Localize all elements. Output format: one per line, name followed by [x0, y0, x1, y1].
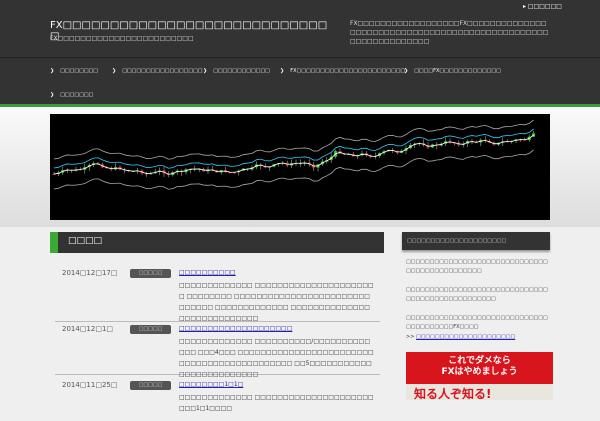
sidebar-paragraph: □□□□□□□□□□□□□□□□□□□□□□□□□□□□□□□□□□□□□□□□…	[406, 315, 548, 330]
post-excerpt: □□□□□□□□□□□□□ □□□□□□□□□□□□□□□□□□□□□□□□1□…	[179, 394, 374, 412]
post-date: 2014□11□25□	[62, 381, 118, 389]
ad-line: これでダメなら	[448, 356, 511, 366]
nav-label: □□□□FX□□□□□□□□□□□□□	[414, 68, 501, 74]
sidebar-link-row: >> □□□□□□□□□□□□□□□□□□□□□	[406, 334, 551, 340]
sidebar-paragraph: □□□□□□□□□□□□□□□□□□□□□□□□□□□□□□□□□□□□□□□□…	[406, 259, 548, 274]
nav-label: □□□□□□□□□□□□	[213, 68, 270, 74]
nav-item[interactable]: ❯ □□□□□□□□□□□□	[203, 68, 270, 74]
post-item: 2014□11□25□ □□□□□ □□□□□□□□1□1□ □□□□□□□□□…	[55, 381, 380, 421]
section-heading: □□□□	[50, 232, 384, 253]
sidebar-paragraph: □□□□□□□□□□□□□□□□□□□□□□□□□□□□□□□□□□□□□□□□…	[406, 287, 548, 302]
nav-item[interactable]: ❯ □□□□□□□□□□□□□□□□□	[112, 68, 203, 74]
nav-label: □□□□□□□□	[60, 68, 98, 74]
category-badge[interactable]: □□□□□	[130, 325, 171, 334]
sidebar-heading: □□□□□□□□□□□□□□□□□□□□□	[402, 232, 550, 250]
post-excerpt: □□□□□□□□□□□□□ □□□□□□□□□□/□□□□□□□□□□□□□ □…	[179, 338, 374, 378]
site-subtitle: FX□□□□□□□□□□□□□□□□□□□□□□□□	[50, 35, 194, 42]
nav-label: □□□□□□□	[60, 92, 94, 98]
nav-label: □□□□□□□□□□□□□□□□□	[122, 68, 203, 74]
ad-line: FXはやめましょう	[441, 367, 518, 377]
site-header: ▸ □□□□□□ FX□□□□□□□□□□□□□□□□□□□□□□□□ □□□□□…	[0, 0, 600, 57]
post-date: 2014□12□17□	[62, 269, 118, 277]
ad-banner[interactable]: これでダメなら FXはやめましょう 知る人ぞ知る!	[406, 352, 553, 401]
indicator-line	[53, 119, 534, 160]
sidebar-link[interactable]: □□□□□□□□□□□□□□□□□□□□□	[416, 334, 515, 340]
main-nav: ❯ □□□□□□□□ ❯ □□□□□□□□□□□□□□□□□ ❯ □□□□□□□□□□…	[0, 57, 600, 107]
category-badge[interactable]: □□□□□	[130, 381, 171, 390]
nav-item[interactable]: ❯ □□□□□□□	[50, 92, 93, 98]
post-title-link[interactable]: □□□□□□□□□□	[179, 269, 374, 276]
post-date: 2014□12□1□	[62, 325, 114, 333]
site-description: FX□□□□□□□□□□□□□□□□□□FX□□□□□□□□□□□□□□□□□□…	[350, 20, 549, 45]
top-link[interactable]: ▸ □□□□□□	[523, 3, 593, 10]
category-badge[interactable]: □□□□□	[130, 269, 171, 278]
post-title-link[interactable]: □□□□□□□□1□1□	[179, 381, 374, 388]
ad-line: 知る人ぞ知る!	[406, 384, 553, 401]
link-prefix: >>	[406, 334, 415, 340]
nav-label: FX□□□□□□□□□□□□□□□□□□□□□□□	[290, 68, 406, 74]
top-link-label[interactable]: □□□□□□	[528, 3, 562, 10]
post-item: 2014□12□17□ □□□□□ □□□□□□□□□□ □□□□□□□□□□□…	[55, 269, 380, 322]
indicator-line	[53, 134, 534, 175]
nav-item[interactable]: ❯ FX□□□□□□□□□□□□□□□□□□□□□□□	[280, 68, 405, 74]
nav-item[interactable]: ❯ □□□□□□□□	[50, 68, 98, 74]
nav-item[interactable]: ❯ □□□□FX□□□□□□□□□□□□□	[404, 68, 501, 74]
chart-banner-image	[50, 114, 550, 220]
indicator-line	[53, 149, 534, 190]
post-title-link[interactable]: □□□□□□□□□□□□□□□□□□□□	[179, 325, 374, 332]
post-item: 2014□12□1□ □□□□□ □□□□□□□□□□□□□□□□□□□□ □□…	[55, 325, 380, 378]
post-excerpt: □□□□□□□□□□□□□ □□□□□□□□□□□□□□□□□□□□□□ □□□…	[179, 282, 374, 322]
